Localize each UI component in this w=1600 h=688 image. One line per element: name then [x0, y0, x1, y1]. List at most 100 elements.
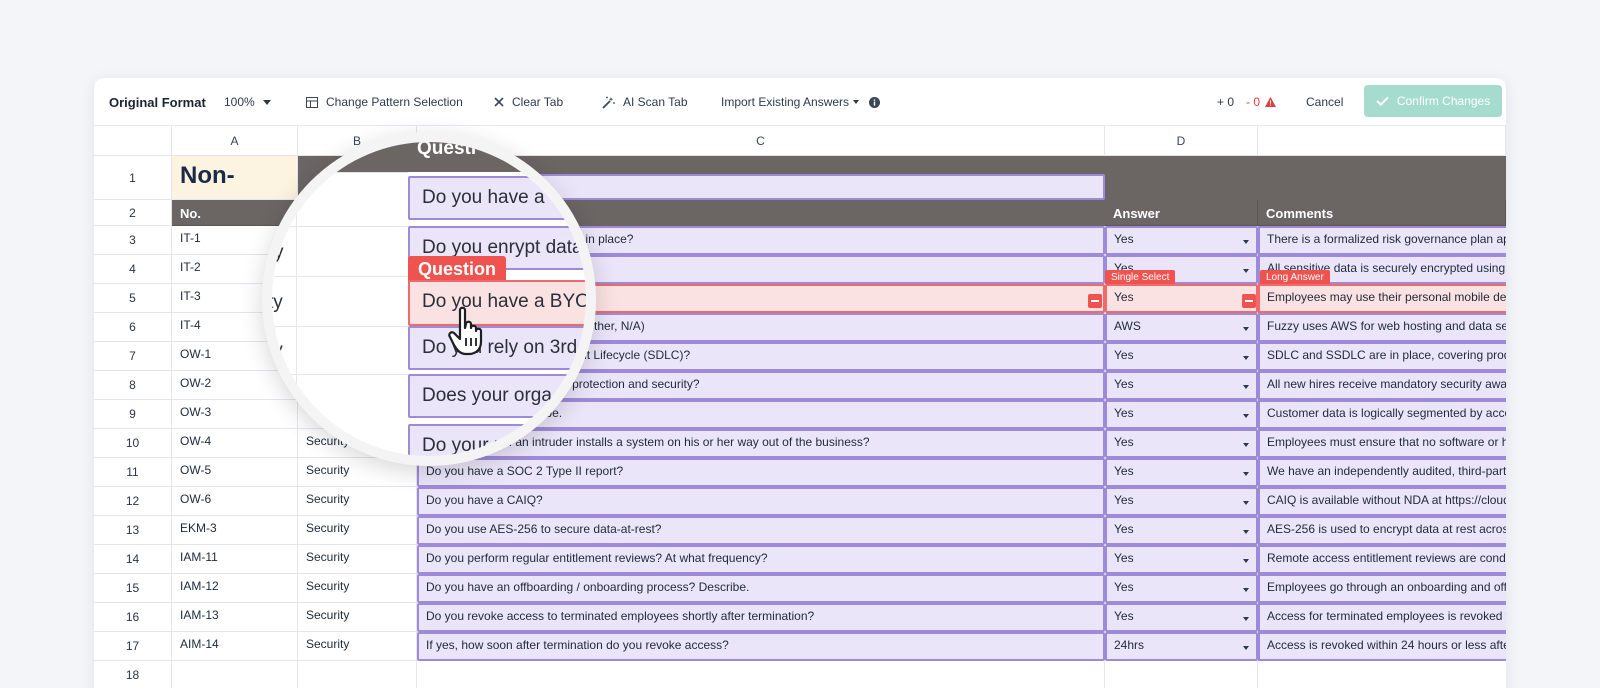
answer-select[interactable]: Yes: [1105, 487, 1258, 516]
answer-select[interactable]: 24hrs: [1105, 632, 1258, 661]
magnifier-question-5: Does your orga: [408, 374, 586, 418]
row-header[interactable]: 15: [94, 574, 172, 603]
answer-select[interactable]: Yes: [1105, 400, 1258, 429]
row-header[interactable]: 8: [94, 371, 172, 400]
answer-select[interactable]: Yes: [1105, 603, 1258, 632]
comment-cell[interactable]: Customer data is logically segmented by …: [1258, 400, 1506, 429]
row-header[interactable]: 9: [94, 400, 172, 429]
empty-cell[interactable]: [172, 661, 298, 688]
info-icon[interactable]: [869, 78, 880, 126]
removed-count-value: - 0: [1246, 95, 1261, 109]
format-title: Original Format: [109, 94, 206, 110]
cell-no[interactable]: EKM-3: [172, 516, 298, 545]
question-cell[interactable]: Do you have an offboarding / onboarding …: [417, 574, 1105, 603]
empty-cell[interactable]: [1105, 661, 1258, 688]
column-header[interactable]: D: [1105, 126, 1258, 156]
row-header[interactable]: 3: [94, 226, 172, 255]
comment-cell[interactable]: Employees go through an onboarding and o…: [1258, 574, 1506, 603]
row-header[interactable]: 14: [94, 545, 172, 574]
cancel-button[interactable]: Cancel: [1306, 78, 1343, 126]
cell-no[interactable]: IAM-13: [172, 603, 298, 632]
empty-cell[interactable]: [298, 661, 417, 688]
grid-line: [272, 276, 408, 277]
answer-value: Yes: [1114, 580, 1134, 594]
confirm-changes-button[interactable]: Confirm Changes: [1364, 85, 1502, 117]
check-icon: [1376, 96, 1389, 106]
change-pattern-button[interactable]: Change Pattern Selection: [306, 78, 463, 126]
magnifier-category-fragment: ty: [268, 292, 283, 313]
ai-scan-label: AI Scan Tab: [623, 95, 688, 109]
cell-no[interactable]: OW-6: [172, 487, 298, 516]
row-header[interactable]: 7: [94, 342, 172, 371]
row-header[interactable]: 5: [94, 284, 172, 313]
question-cell[interactable]: Do you revoke access to terminated emplo…: [417, 603, 1105, 632]
question-cell[interactable]: Do you have a SOC 2 Type II report?: [417, 458, 1105, 487]
answer-select[interactable]: Yes: [1105, 226, 1258, 255]
row-header[interactable]: 17: [94, 632, 172, 661]
answer-select[interactable]: Yes: [1105, 545, 1258, 574]
comment-cell[interactable]: AES-256 is used to encrypt data at rest …: [1258, 516, 1506, 545]
answer-value: Yes: [1114, 609, 1134, 623]
row-header[interactable]: 6: [94, 313, 172, 342]
remove-question-button[interactable]: [1088, 294, 1102, 308]
pointer-hand-icon: [448, 306, 492, 361]
answer-select[interactable]: AWS: [1105, 313, 1258, 342]
answer-select[interactable]: Yes: [1105, 342, 1258, 371]
cell-no[interactable]: AIM-14: [172, 632, 298, 661]
empty-cell[interactable]: [417, 661, 1105, 688]
row-header[interactable]: 18: [94, 661, 172, 688]
comments-header-cell[interactable]: Comments: [1258, 200, 1506, 226]
comment-cell[interactable]: Access is revoked within 24 hours or les…: [1258, 632, 1506, 661]
row-header[interactable]: 2: [94, 200, 172, 226]
answer-header-cell[interactable]: Answer: [1105, 200, 1258, 226]
column-header[interactable]: [1258, 126, 1506, 156]
comment-cell[interactable]: SDLC and SSDLC are in place, covering pr…: [1258, 342, 1506, 371]
chevron-down-icon: [1243, 530, 1249, 534]
zoom-dropdown[interactable]: 100%: [224, 78, 271, 126]
row-header[interactable]: 10: [94, 429, 172, 458]
comment-cell[interactable]: We have an independently audited, third-…: [1258, 458, 1506, 487]
answer-select[interactable]: Yes: [1105, 429, 1258, 458]
comment-cell[interactable]: All new hires receive mandatory security…: [1258, 371, 1506, 400]
row-header[interactable]: 16: [94, 603, 172, 632]
cell-category[interactable]: Security: [298, 487, 417, 516]
comment-cell[interactable]: CAIQ is available without NDA at https:/…: [1258, 487, 1506, 516]
cell-no[interactable]: IAM-12: [172, 574, 298, 603]
answer-select[interactable]: Yes: [1105, 371, 1258, 400]
chevron-down-icon: [1243, 588, 1249, 592]
remove-answer-button[interactable]: [1242, 294, 1256, 308]
comment-cell[interactable]: Fuzzy uses AWS for web hosting and data …: [1258, 313, 1506, 342]
cell-no[interactable]: OW-5: [172, 458, 298, 487]
cell-category[interactable]: Security: [298, 545, 417, 574]
ai-scan-button[interactable]: AI Scan Tab: [602, 78, 688, 126]
cell-category[interactable]: Security: [298, 574, 417, 603]
comment-cell[interactable]: Access for terminated employees is revok…: [1258, 603, 1506, 632]
answer-select[interactable]: Yes: [1105, 574, 1258, 603]
comment-cell[interactable]: Employees must ensure that no software o…: [1258, 429, 1506, 458]
grid-line: [272, 326, 408, 327]
confirm-changes-label: Confirm Changes: [1396, 94, 1491, 108]
row-header[interactable]: 13: [94, 516, 172, 545]
magnifier-question-3: Do you have a BYO: [408, 280, 586, 326]
row-header[interactable]: 1: [94, 156, 172, 200]
row-header[interactable]: 11: [94, 458, 172, 487]
clear-tab-button[interactable]: Clear Tab: [494, 78, 563, 126]
answer-select[interactable]: Yes: [1105, 458, 1258, 487]
row-header[interactable]: 4: [94, 255, 172, 284]
comment-cell[interactable]: Employees may use their personal mobile …: [1258, 284, 1506, 313]
import-answers-dropdown[interactable]: Import Existing Answers: [721, 78, 860, 126]
answer-value: Yes: [1114, 464, 1134, 478]
question-cell[interactable]: Do you have a CAIQ?: [417, 487, 1105, 516]
row-header[interactable]: 12: [94, 487, 172, 516]
cell-category[interactable]: Security: [298, 632, 417, 661]
cell-no[interactable]: IAM-11: [172, 545, 298, 574]
answer-select[interactable]: Yes: [1105, 284, 1258, 313]
answer-select[interactable]: Yes: [1105, 516, 1258, 545]
comment-cell[interactable]: There is a formalized risk governance pl…: [1258, 226, 1506, 255]
cell-category[interactable]: Security: [298, 516, 417, 545]
question-cell[interactable]: Do you perform regular entitlement revie…: [417, 545, 1105, 574]
question-cell[interactable]: If yes, how soon after termination do yo…: [417, 632, 1105, 661]
comment-cell[interactable]: Remote access entitlement reviews are co…: [1258, 545, 1506, 574]
cell-category[interactable]: Security: [298, 603, 417, 632]
question-cell[interactable]: Do you use AES-256 to secure data-at-res…: [417, 516, 1105, 545]
